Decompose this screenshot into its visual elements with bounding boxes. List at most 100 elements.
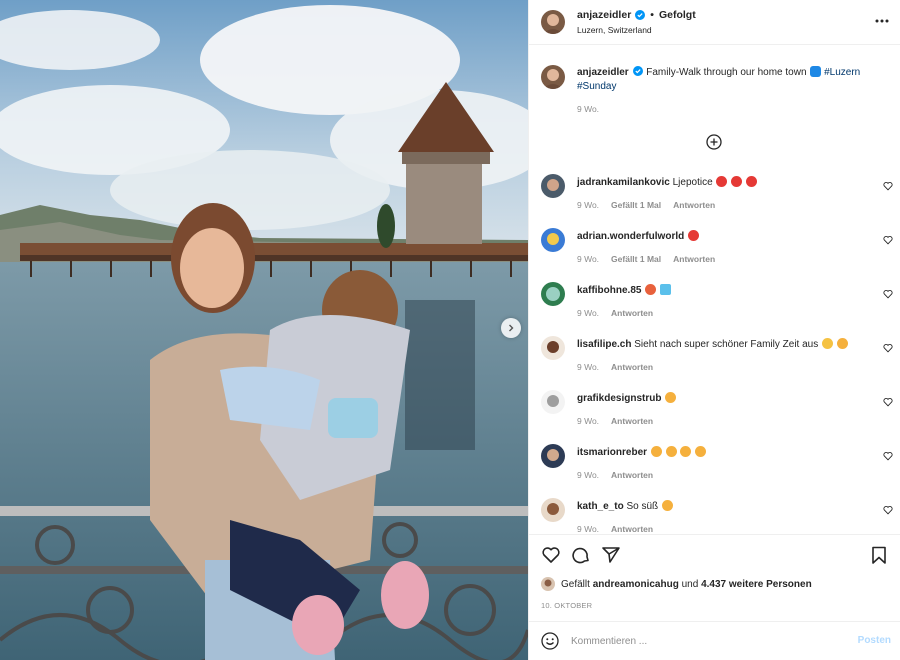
commenter-avatar[interactable] <box>541 174 565 198</box>
like-comment-button[interactable] <box>883 181 893 191</box>
caption-username[interactable]: anjazeidler <box>577 67 629 78</box>
comment-body: Ljepotice <box>672 177 713 188</box>
red-heart-emoji-icon <box>716 176 728 187</box>
heart-eyes-emoji-icon <box>680 446 692 457</box>
comment-meta: 9 Wo. Gefällt 1 Mal Antworten <box>577 200 715 210</box>
commenter-username[interactable]: adrian.wonderfulworld <box>577 231 684 242</box>
like-comment-button[interactable] <box>883 289 893 299</box>
like-comment-button[interactable] <box>883 235 893 245</box>
verified-badge-icon <box>635 10 646 20</box>
hashtag-luzern-link[interactable]: #Luzern <box>824 67 860 78</box>
reply-button[interactable]: Antworten <box>611 524 653 534</box>
comment-timestamp[interactable]: 9 Wo. <box>577 524 599 534</box>
comment-likes[interactable]: Gefällt 1 Mal <box>611 254 661 264</box>
author-username[interactable]: anjazeidler <box>577 9 631 21</box>
liker-username[interactable]: andreamonicahug <box>593 579 679 590</box>
follow-status-button[interactable]: Gefolgt <box>659 9 696 21</box>
likes-summary: Gefällt andreamonicahug und 4.437 weiter… <box>541 577 812 591</box>
reply-button[interactable]: Antworten <box>611 416 653 426</box>
verified-badge-icon <box>633 66 644 76</box>
commenter-username[interactable]: kaffibohne.85 <box>577 285 641 296</box>
heart-outline-icon <box>883 236 893 245</box>
author-avatar[interactable] <box>541 10 565 34</box>
comment-text: kaffibohne.85 <box>577 284 672 296</box>
reply-button[interactable]: Antworten <box>673 254 715 264</box>
post-comment-button[interactable]: Posten <box>858 635 891 646</box>
comment-meta: 9 Wo. Antworten <box>577 470 653 480</box>
heart-eyes-emoji-icon <box>695 446 707 457</box>
comment-text: adrian.wonderfulworld <box>577 230 700 242</box>
heart-outline-icon <box>883 290 893 299</box>
like-comment-button[interactable] <box>883 397 893 407</box>
comment-timestamp[interactable]: 9 Wo. <box>577 470 599 480</box>
caption-avatar[interactable] <box>541 65 565 89</box>
comment-button[interactable] <box>571 545 591 565</box>
commenter-avatar[interactable] <box>541 228 565 252</box>
load-more-comments-button[interactable] <box>706 134 722 150</box>
hashtag-sunday-link[interactable]: #Sunday <box>577 81 616 92</box>
like-comment-button[interactable] <box>883 451 893 461</box>
commenter-avatar[interactable] <box>541 336 565 360</box>
comment-input[interactable] <box>571 630 841 652</box>
post-photo[interactable] <box>0 0 528 660</box>
commenter-username[interactable]: itsmarionreber <box>577 447 647 458</box>
commenter-username[interactable]: lisafilipe.ch <box>577 339 631 350</box>
commenter-avatar[interactable] <box>541 444 565 468</box>
reply-button[interactable]: Antworten <box>611 308 653 318</box>
liker-avatar[interactable] <box>541 577 555 591</box>
save-button[interactable] <box>869 545 889 565</box>
post-actions: Gefällt andreamonicahug und 4.437 weiter… <box>529 534 900 622</box>
reply-button[interactable]: Antworten <box>611 362 653 372</box>
commenter-username[interactable]: kath_e_to <box>577 501 624 512</box>
commenter-avatar[interactable] <box>541 282 565 306</box>
commenter-avatar[interactable] <box>541 498 565 522</box>
like-button[interactable] <box>541 545 561 565</box>
likes-count-link[interactable]: 4.437 weitere Personen <box>701 579 812 590</box>
like-comment-button[interactable] <box>883 505 893 515</box>
commenter-username[interactable]: jadrankamilankovic <box>577 177 670 188</box>
more-horizontal-icon <box>875 19 889 23</box>
emoji-picker-button[interactable] <box>541 632 559 650</box>
comment-text: jadrankamilankovic Ljepotice <box>577 176 757 188</box>
commenter-avatar[interactable] <box>541 390 565 414</box>
reply-button[interactable]: Antworten <box>673 200 715 210</box>
heart-eyes-emoji-icon <box>665 446 677 457</box>
bookmark-icon <box>872 546 886 564</box>
comment-timestamp[interactable]: 9 Wo. <box>577 254 599 264</box>
plus-circle-icon <box>706 134 722 150</box>
comment-item: lisafilipe.ch Sieht nach super schöner F… <box>529 334 900 388</box>
heart-outline-icon <box>883 506 893 515</box>
heart-eyes-emoji-icon <box>650 446 662 457</box>
reply-button[interactable]: Antworten <box>611 470 653 480</box>
smiley-icon <box>541 632 559 650</box>
red-heart-emoji-icon <box>745 176 757 187</box>
gem-emoji-icon <box>660 284 672 295</box>
like-comment-button[interactable] <box>883 343 893 353</box>
comment-item: kaffibohne.85 9 Wo. Antworten <box>529 280 900 334</box>
blue-heart-emoji-icon <box>810 66 822 77</box>
comment-timestamp[interactable]: 9 Wo. <box>577 308 599 318</box>
post-location[interactable]: Luzern, Switzerland <box>577 25 652 35</box>
post-header: anjazeidler • Gefolgt Luzern, Switzerlan… <box>529 0 900 45</box>
heart-icon <box>542 547 560 563</box>
comment-likes[interactable]: Gefällt 1 Mal <box>611 200 661 210</box>
comment-meta: 9 Wo. Antworten <box>577 362 653 372</box>
commenter-username[interactable]: grafikdesignstrub <box>577 393 661 404</box>
red-heart-emoji-icon <box>731 176 743 187</box>
post-date[interactable]: 10. OKTOBER <box>541 601 592 610</box>
comment-timestamp[interactable]: 9 Wo. <box>577 416 599 426</box>
more-options-button[interactable] <box>875 14 889 28</box>
caption-timestamp[interactable]: 9 Wo. <box>577 104 599 114</box>
comment-item: itsmarionreber 9 Wo. Antworten <box>529 442 900 496</box>
comment-timestamp[interactable]: 9 Wo. <box>577 200 599 210</box>
next-photo-button[interactable] <box>501 318 521 338</box>
comment-item: adrian.wonderfulworld 9 Wo. Gefällt 1 Ma… <box>529 226 900 280</box>
comment-meta: 9 Wo. Antworten <box>577 524 653 534</box>
comment-timestamp[interactable]: 9 Wo. <box>577 362 599 372</box>
comment-item: jadrankamilankovic Ljepotice 9 Wo. Gefäl… <box>529 172 900 226</box>
share-button[interactable] <box>601 545 621 565</box>
comment-meta: 9 Wo. Gefällt 1 Mal Antworten <box>577 254 715 264</box>
comment-meta: 9 Wo. Antworten <box>577 416 653 426</box>
author-line: anjazeidler • Gefolgt <box>577 9 696 21</box>
comment-meta: 9 Wo. Antworten <box>577 308 653 318</box>
